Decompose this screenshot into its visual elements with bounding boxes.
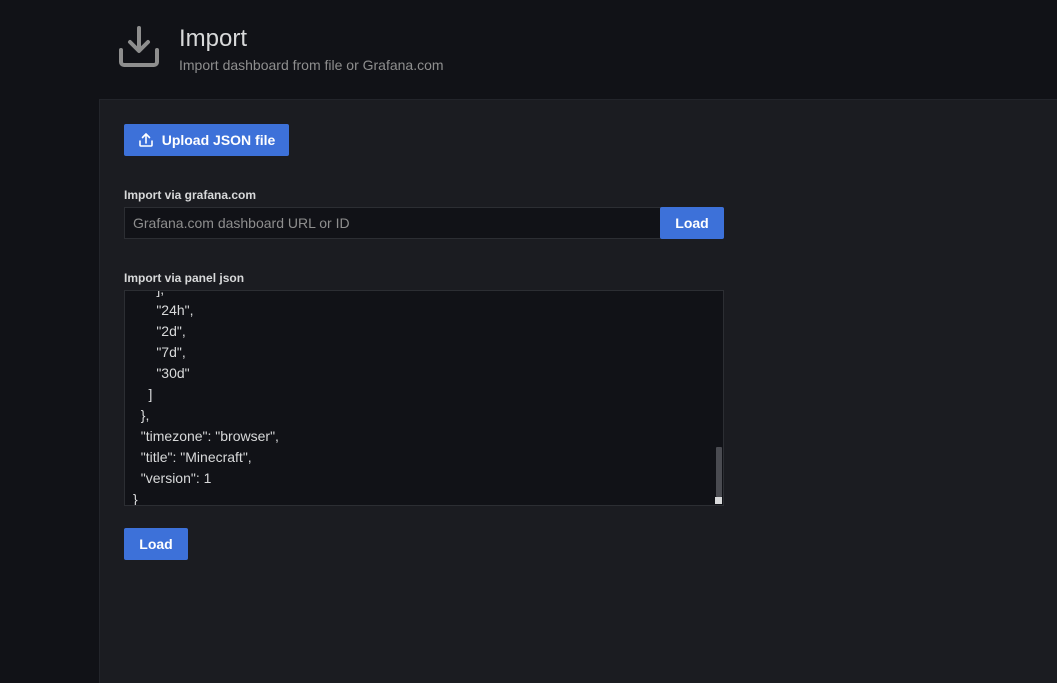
panel-json-label: Import via panel json: [124, 271, 245, 285]
page-subtitle: Import dashboard from file or Grafana.co…: [179, 57, 444, 73]
page-header: Import Import dashboard from file or Gra…: [0, 0, 1057, 99]
grafana-com-label: Import via grafana.com: [124, 188, 257, 202]
load-grafana-com-button[interactable]: Load: [660, 207, 724, 239]
panel-json-textarea[interactable]: ], "24h", "2d", "7d", "30d" ] }, "timezo…: [124, 290, 724, 506]
grafana-com-url-input[interactable]: [124, 207, 661, 239]
import-content: Upload JSON file Import via grafana.com …: [99, 99, 1057, 683]
panel-json-content: ], "24h", "2d", "7d", "30d" ] }, "timezo…: [133, 291, 279, 506]
upload-icon: [138, 133, 153, 147]
download-icon: [119, 26, 159, 67]
page-title: Import: [179, 25, 248, 52]
upload-json-label: Upload JSON file: [161, 132, 276, 148]
textarea-resize-handle[interactable]: [715, 497, 722, 504]
load-panel-json-button[interactable]: Load: [124, 528, 188, 560]
textarea-scrollbar[interactable]: [716, 447, 722, 497]
upload-json-button[interactable]: Upload JSON file: [124, 124, 289, 156]
import-page: Import Import dashboard from file or Gra…: [0, 0, 1057, 683]
